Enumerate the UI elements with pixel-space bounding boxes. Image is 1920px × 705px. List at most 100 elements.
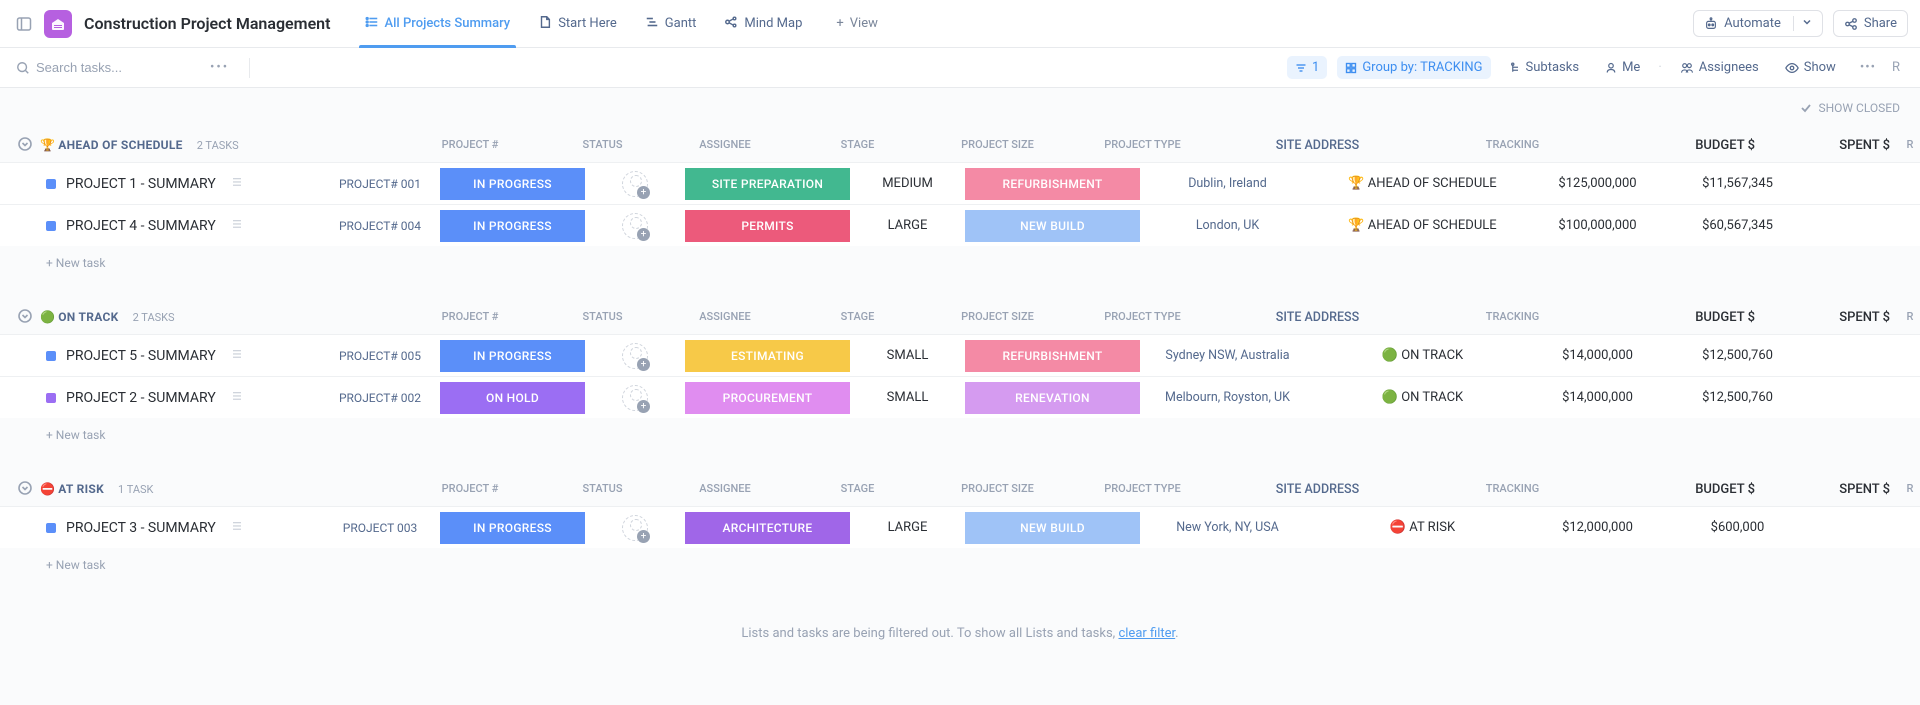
col-tracking[interactable]: TRACKING bbox=[1405, 482, 1620, 497]
col-size[interactable]: PROJECT SIZE bbox=[940, 482, 1055, 497]
col-status[interactable]: STATUS bbox=[530, 138, 675, 153]
project-number[interactable]: PROJECT# 005 bbox=[320, 335, 440, 376]
task-name-cell[interactable]: PROJECT 1 - SUMMARY bbox=[0, 176, 320, 192]
table-row[interactable]: PROJECT 2 - SUMMARY PROJECT# 002 ON HOLD… bbox=[0, 376, 1920, 418]
type-cell[interactable]: RENEVATION bbox=[965, 377, 1140, 418]
status-cell[interactable]: IN PROGRESS bbox=[440, 163, 585, 204]
status-cell[interactable]: ON HOLD bbox=[440, 377, 585, 418]
budget-cell[interactable]: $100,000,000 bbox=[1530, 205, 1675, 246]
type-cell[interactable]: REFURBISHMENT bbox=[965, 163, 1140, 204]
view-tab-gantt[interactable]: Gantt bbox=[631, 0, 711, 48]
col-assignee[interactable]: ASSIGNEE bbox=[675, 310, 775, 325]
col-spent[interactable]: SPENT $ bbox=[1765, 310, 1900, 325]
type-cell[interactable]: NEW BUILD bbox=[965, 507, 1140, 548]
assignees-chip[interactable]: Assignees bbox=[1672, 56, 1767, 79]
col-status[interactable]: STATUS bbox=[530, 310, 675, 325]
assignee-cell[interactable] bbox=[585, 507, 685, 548]
col-stage[interactable]: STAGE bbox=[775, 310, 940, 325]
drag-handle-icon[interactable] bbox=[232, 218, 242, 234]
view-tab-all-projects-summary[interactable]: All Projects Summary bbox=[351, 0, 525, 48]
tracking-cell[interactable]: 🟢 ON TRACK bbox=[1315, 377, 1530, 418]
status-cell[interactable]: IN PROGRESS bbox=[440, 507, 585, 548]
col-assignee[interactable]: ASSIGNEE bbox=[675, 138, 775, 153]
new-task-button[interactable]: + New task bbox=[0, 548, 1920, 582]
addr-cell[interactable]: Sydney NSW, Australia bbox=[1140, 335, 1315, 376]
stage-cell[interactable]: ARCHITECTURE bbox=[685, 507, 850, 548]
status-cell[interactable]: IN PROGRESS bbox=[440, 205, 585, 246]
budget-cell[interactable]: $14,000,000 bbox=[1530, 377, 1675, 418]
status-square[interactable] bbox=[46, 523, 56, 533]
share-button[interactable]: Share bbox=[1833, 10, 1908, 37]
status-cell[interactable]: IN PROGRESS bbox=[440, 335, 585, 376]
type-cell[interactable]: NEW BUILD bbox=[965, 205, 1140, 246]
show-closed[interactable]: SHOW CLOSED bbox=[0, 88, 1920, 128]
col-stage[interactable]: STAGE bbox=[775, 138, 940, 153]
filter-chip[interactable]: 1 bbox=[1287, 56, 1327, 79]
group-caret-icon[interactable] bbox=[18, 137, 32, 154]
group-name[interactable]: AT RISK bbox=[55, 482, 104, 496]
spent-cell[interactable]: $11,567,345 bbox=[1675, 163, 1810, 204]
project-number[interactable]: PROJECT# 002 bbox=[320, 377, 440, 418]
col-project[interactable]: PROJECT # bbox=[410, 310, 530, 325]
assignee-add-icon[interactable] bbox=[622, 515, 648, 541]
col-type[interactable]: PROJECT TYPE bbox=[1055, 138, 1230, 153]
me-chip[interactable]: Me bbox=[1597, 56, 1648, 79]
addr-cell[interactable]: New York, NY, USA bbox=[1140, 507, 1315, 548]
groupby-chip[interactable]: Group by: TRACKING bbox=[1337, 56, 1490, 79]
spent-cell[interactable]: $12,500,760 bbox=[1675, 335, 1810, 376]
assignee-cell[interactable] bbox=[585, 377, 685, 418]
new-task-button[interactable]: + New task bbox=[0, 418, 1920, 452]
assignee-add-icon[interactable] bbox=[622, 213, 648, 239]
task-name-cell[interactable]: PROJECT 2 - SUMMARY bbox=[0, 390, 320, 406]
addr-cell[interactable]: Melbourn, Royston, UK bbox=[1140, 377, 1315, 418]
drag-handle-icon[interactable] bbox=[232, 390, 242, 406]
table-row[interactable]: PROJECT 4 - SUMMARY PROJECT# 004 IN PROG… bbox=[0, 204, 1920, 246]
budget-cell[interactable]: $125,000,000 bbox=[1530, 163, 1675, 204]
addr-cell[interactable]: London, UK bbox=[1140, 205, 1315, 246]
tracking-cell[interactable]: 🏆 AHEAD OF SCHEDULE bbox=[1315, 163, 1530, 204]
assignee-add-icon[interactable] bbox=[622, 343, 648, 369]
status-square[interactable] bbox=[46, 351, 56, 361]
clear-filter-link[interactable]: clear filter bbox=[1118, 626, 1175, 641]
budget-cell[interactable]: $12,000,000 bbox=[1530, 507, 1675, 548]
group-caret-icon[interactable] bbox=[18, 309, 32, 326]
table-row[interactable]: PROJECT 3 - SUMMARY PROJECT 003 IN PROGR… bbox=[0, 506, 1920, 548]
show-chip[interactable]: Show bbox=[1777, 56, 1844, 79]
automate-button[interactable]: Automate bbox=[1693, 10, 1823, 37]
col-project[interactable]: PROJECT # bbox=[410, 482, 530, 497]
stage-cell[interactable]: PROCUREMENT bbox=[685, 377, 850, 418]
group-name[interactable]: AHEAD OF SCHEDULE bbox=[55, 138, 183, 152]
chevron-down-icon[interactable] bbox=[1793, 16, 1812, 31]
add-view[interactable]: + View bbox=[824, 16, 890, 31]
sidebar-toggle[interactable] bbox=[12, 12, 36, 36]
col-type[interactable]: PROJECT TYPE bbox=[1055, 310, 1230, 325]
addr-cell[interactable]: Dublin, Ireland bbox=[1140, 163, 1315, 204]
col-tracking[interactable]: TRACKING bbox=[1405, 310, 1620, 325]
col-project[interactable]: PROJECT # bbox=[410, 138, 530, 153]
col-size[interactable]: PROJECT SIZE bbox=[940, 310, 1055, 325]
size-cell[interactable]: MEDIUM bbox=[850, 163, 965, 204]
col-spent[interactable]: SPENT $ bbox=[1765, 138, 1900, 153]
task-name-cell[interactable]: PROJECT 3 - SUMMARY bbox=[0, 520, 320, 536]
drag-handle-icon[interactable] bbox=[232, 348, 242, 364]
assignee-cell[interactable] bbox=[585, 163, 685, 204]
spent-cell[interactable]: $600,000 bbox=[1675, 507, 1810, 548]
stage-cell[interactable]: PERMITS bbox=[685, 205, 850, 246]
toolbar-more[interactable]: ••• bbox=[1854, 60, 1882, 75]
col-addr[interactable]: SITE ADDRESS bbox=[1230, 138, 1405, 153]
drag-handle-icon[interactable] bbox=[232, 176, 242, 192]
col-addr[interactable]: SITE ADDRESS bbox=[1230, 310, 1405, 325]
col-size[interactable]: PROJECT SIZE bbox=[940, 138, 1055, 153]
subtasks-chip[interactable]: Subtasks bbox=[1501, 56, 1588, 79]
search-more[interactable]: ••• bbox=[204, 60, 235, 75]
stage-cell[interactable]: SITE PREPARATION bbox=[685, 163, 850, 204]
assignee-cell[interactable] bbox=[585, 335, 685, 376]
col-budget[interactable]: BUDGET $ bbox=[1620, 310, 1765, 325]
view-tab-start-here[interactable]: Start Here bbox=[524, 0, 631, 48]
assignee-cell[interactable] bbox=[585, 205, 685, 246]
project-number[interactable]: PROJECT# 001 bbox=[320, 163, 440, 204]
size-cell[interactable]: SMALL bbox=[850, 335, 965, 376]
view-tab-mind-map[interactable]: Mind Map bbox=[710, 0, 816, 48]
col-status[interactable]: STATUS bbox=[530, 482, 675, 497]
size-cell[interactable]: LARGE bbox=[850, 507, 965, 548]
